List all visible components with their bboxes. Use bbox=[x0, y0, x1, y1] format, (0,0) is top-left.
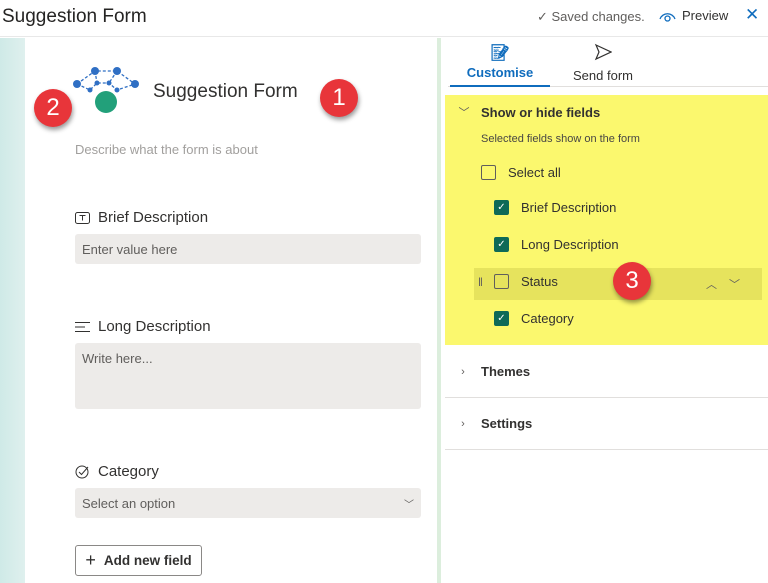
active-tab-indicator bbox=[450, 85, 550, 87]
field-toggle-status[interactable]: Status bbox=[494, 274, 558, 289]
checkbox-checked[interactable]: ✓ bbox=[494, 200, 509, 215]
show-hide-subtitle: Selected fields show on the form bbox=[481, 133, 640, 145]
tab-send-form[interactable]: Send form bbox=[553, 43, 653, 83]
saved-status: ✓ Saved changes. bbox=[537, 9, 645, 24]
edit-form-icon: 📝︎ bbox=[489, 45, 511, 62]
checkbox[interactable] bbox=[481, 165, 496, 180]
preview-button[interactable]: Preview bbox=[659, 8, 728, 23]
form-description[interactable]: Describe what the form is about bbox=[75, 142, 258, 157]
chevron-right-icon: › bbox=[461, 365, 465, 378]
field-toggle-brief[interactable]: ✓ Brief Description bbox=[494, 200, 616, 215]
field-label-category: Category bbox=[75, 463, 159, 480]
select-all-checkbox[interactable]: Select all bbox=[481, 165, 561, 180]
move-up-icon[interactable]: ︿ bbox=[706, 276, 717, 292]
preview-label: Preview bbox=[682, 8, 729, 23]
checkbox[interactable] bbox=[494, 274, 509, 289]
field-label-brief: Brief Description bbox=[75, 209, 208, 226]
eye-icon bbox=[659, 12, 676, 22]
chevron-down-icon: ﹀ bbox=[458, 107, 470, 119]
card-edge bbox=[437, 38, 441, 583]
drag-handle-icon[interactable]: ‖ bbox=[478, 275, 483, 289]
field-toggle-long[interactable]: ✓ Long Description bbox=[494, 237, 619, 252]
chevron-right-icon: › bbox=[461, 417, 465, 430]
add-new-field-button[interactable]: + Add new field bbox=[75, 545, 202, 576]
callout-badge-1: 1 bbox=[320, 79, 358, 117]
long-description-input[interactable]: Write here... bbox=[75, 343, 421, 409]
settings-section[interactable]: › Settings bbox=[445, 398, 768, 450]
category-select[interactable]: Select an option ﹀ bbox=[75, 488, 421, 518]
themes-section[interactable]: › Themes bbox=[445, 346, 768, 398]
form-title[interactable]: Suggestion Form bbox=[153, 81, 298, 103]
chevron-down-icon: ﹀ bbox=[404, 500, 414, 511]
plus-icon: + bbox=[85, 550, 96, 570]
close-icon[interactable]: ✕ bbox=[745, 5, 759, 25]
text-field-icon bbox=[75, 211, 90, 224]
show-hide-header[interactable]: ﹀ Show or hide fields bbox=[455, 104, 601, 120]
checkbox-checked[interactable]: ✓ bbox=[494, 311, 509, 326]
multiline-icon bbox=[75, 321, 90, 332]
callout-badge-3: 3 bbox=[613, 262, 651, 300]
move-down-icon[interactable]: ﹀ bbox=[729, 276, 740, 292]
send-icon bbox=[594, 43, 613, 61]
field-label-long: Long Description bbox=[75, 318, 211, 335]
checkbox-checked[interactable]: ✓ bbox=[494, 237, 509, 252]
canvas-background bbox=[0, 38, 25, 583]
app-title: Suggestion Form bbox=[2, 6, 147, 27]
field-toggle-category[interactable]: ✓ Category bbox=[494, 311, 574, 326]
tab-customise[interactable]: 📝︎ Customise bbox=[450, 43, 550, 80]
choice-icon bbox=[75, 465, 89, 479]
brief-description-input[interactable]: Enter value here bbox=[75, 234, 421, 264]
callout-badge-2: 2 bbox=[34, 89, 72, 127]
form-logo[interactable] bbox=[73, 66, 141, 114]
